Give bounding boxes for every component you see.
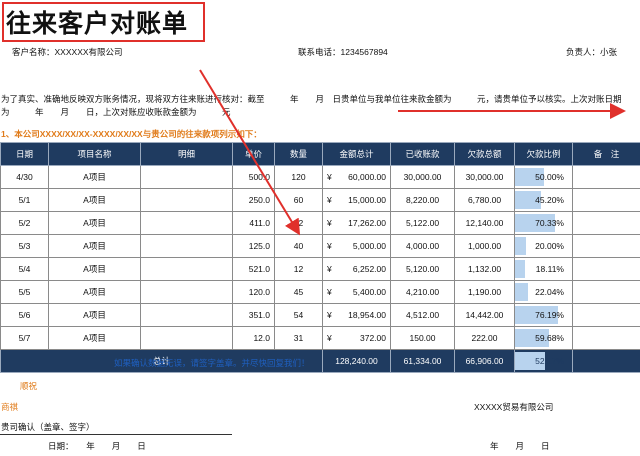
annotation-arrow-down xyxy=(199,69,301,236)
annotation-arrows xyxy=(199,69,626,236)
